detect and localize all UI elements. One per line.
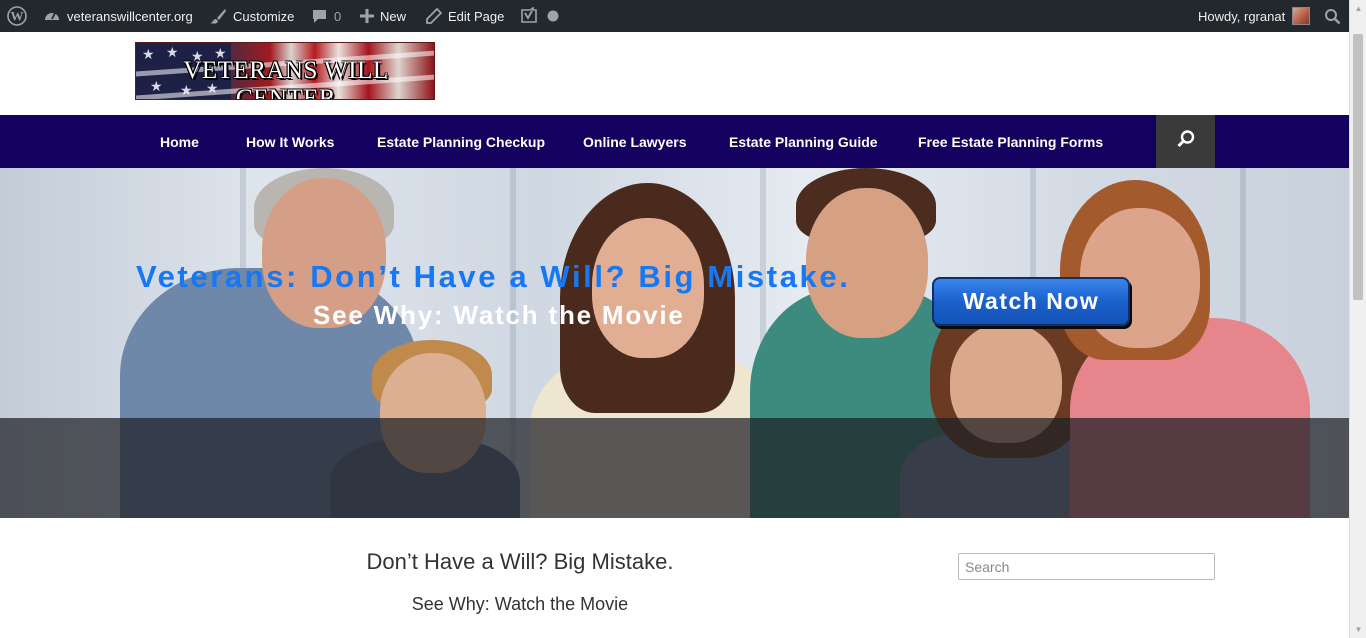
status-dot-icon — [547, 10, 559, 22]
nav-item-how-it-works[interactable]: How It Works — [246, 115, 334, 168]
main-navigation: Home How It Works Estate Planning Checku… — [0, 115, 1349, 168]
plus-icon — [360, 9, 374, 23]
search-icon — [1324, 8, 1341, 25]
my-account-menu[interactable]: Howdy, rgranat — [1198, 0, 1311, 32]
page-title: Don’t Have a Will? Big Mistake. — [366, 549, 674, 574]
watch-now-button[interactable]: Watch Now — [932, 277, 1130, 326]
logo-text: VETERANS WILL CENTER — [183, 57, 389, 100]
greeting-label: Howdy, rgranat — [1198, 8, 1286, 24]
page-subtitle: See Why: Watch the Movie — [411, 594, 629, 614]
new-content-menu[interactable]: New — [360, 0, 406, 32]
site-name-label: veteranswillcenter.org — [67, 8, 193, 24]
admin-bar: W veteranswillcenter.org Customize 0 New… — [0, 0, 1366, 32]
dashboard-icon — [43, 7, 61, 25]
admin-search[interactable] — [1324, 0, 1341, 32]
comments-link[interactable]: 0 — [311, 0, 341, 32]
comment-icon — [311, 8, 328, 25]
hero-caption-band — [0, 418, 1349, 518]
edit-page-link[interactable]: Edit Page — [426, 0, 504, 32]
hero-subheadline: See Why: Watch the Movie — [313, 300, 685, 330]
nav-item-online-lawyers[interactable]: Online Lawyers — [583, 115, 686, 168]
nav-item-estate-planning-checkup[interactable]: Estate Planning Checkup — [377, 115, 545, 168]
new-label: New — [380, 8, 407, 24]
nav-search-button[interactable] — [1156, 115, 1215, 168]
yoast-icon — [520, 7, 538, 25]
brush-icon — [209, 7, 227, 25]
scrollbar-thumb[interactable] — [1353, 34, 1363, 300]
search-icon — [1176, 129, 1196, 154]
scroll-down-icon[interactable]: ▼ — [1350, 621, 1366, 638]
site-name-menu[interactable]: veteranswillcenter.org — [43, 0, 193, 32]
pencil-icon — [426, 8, 442, 24]
comments-count: 0 — [334, 8, 342, 24]
wordpress-menu[interactable]: W — [7, 0, 27, 32]
svg-text:W: W — [11, 9, 24, 24]
edit-page-label: Edit Page — [448, 8, 505, 24]
sidebar-search-input[interactable] — [958, 553, 1215, 580]
page-scrollbar[interactable]: ▲ ▼ — [1349, 0, 1366, 638]
scroll-up-icon[interactable]: ▲ — [1350, 0, 1366, 17]
nav-item-free-estate-planning-forms[interactable]: Free Estate Planning Forms — [918, 115, 1103, 168]
hero-banner — [0, 168, 1349, 518]
yoast-menu[interactable] — [520, 0, 559, 32]
nav-item-estate-planning-guide[interactable]: Estate Planning Guide — [729, 115, 878, 168]
nav-item-home[interactable]: Home — [160, 115, 199, 168]
hero-headline: Veterans: Don’t Have a Will? Big Mistake… — [136, 259, 851, 294]
wordpress-logo-icon: W — [7, 6, 27, 26]
customize-label: Customize — [233, 8, 295, 24]
customize-link[interactable]: Customize — [209, 0, 294, 32]
site-logo[interactable]: ★ ★ ★ ★ ★ ★ ★ VETERANS WILL CENTER — [135, 42, 435, 100]
avatar — [1292, 7, 1311, 25]
